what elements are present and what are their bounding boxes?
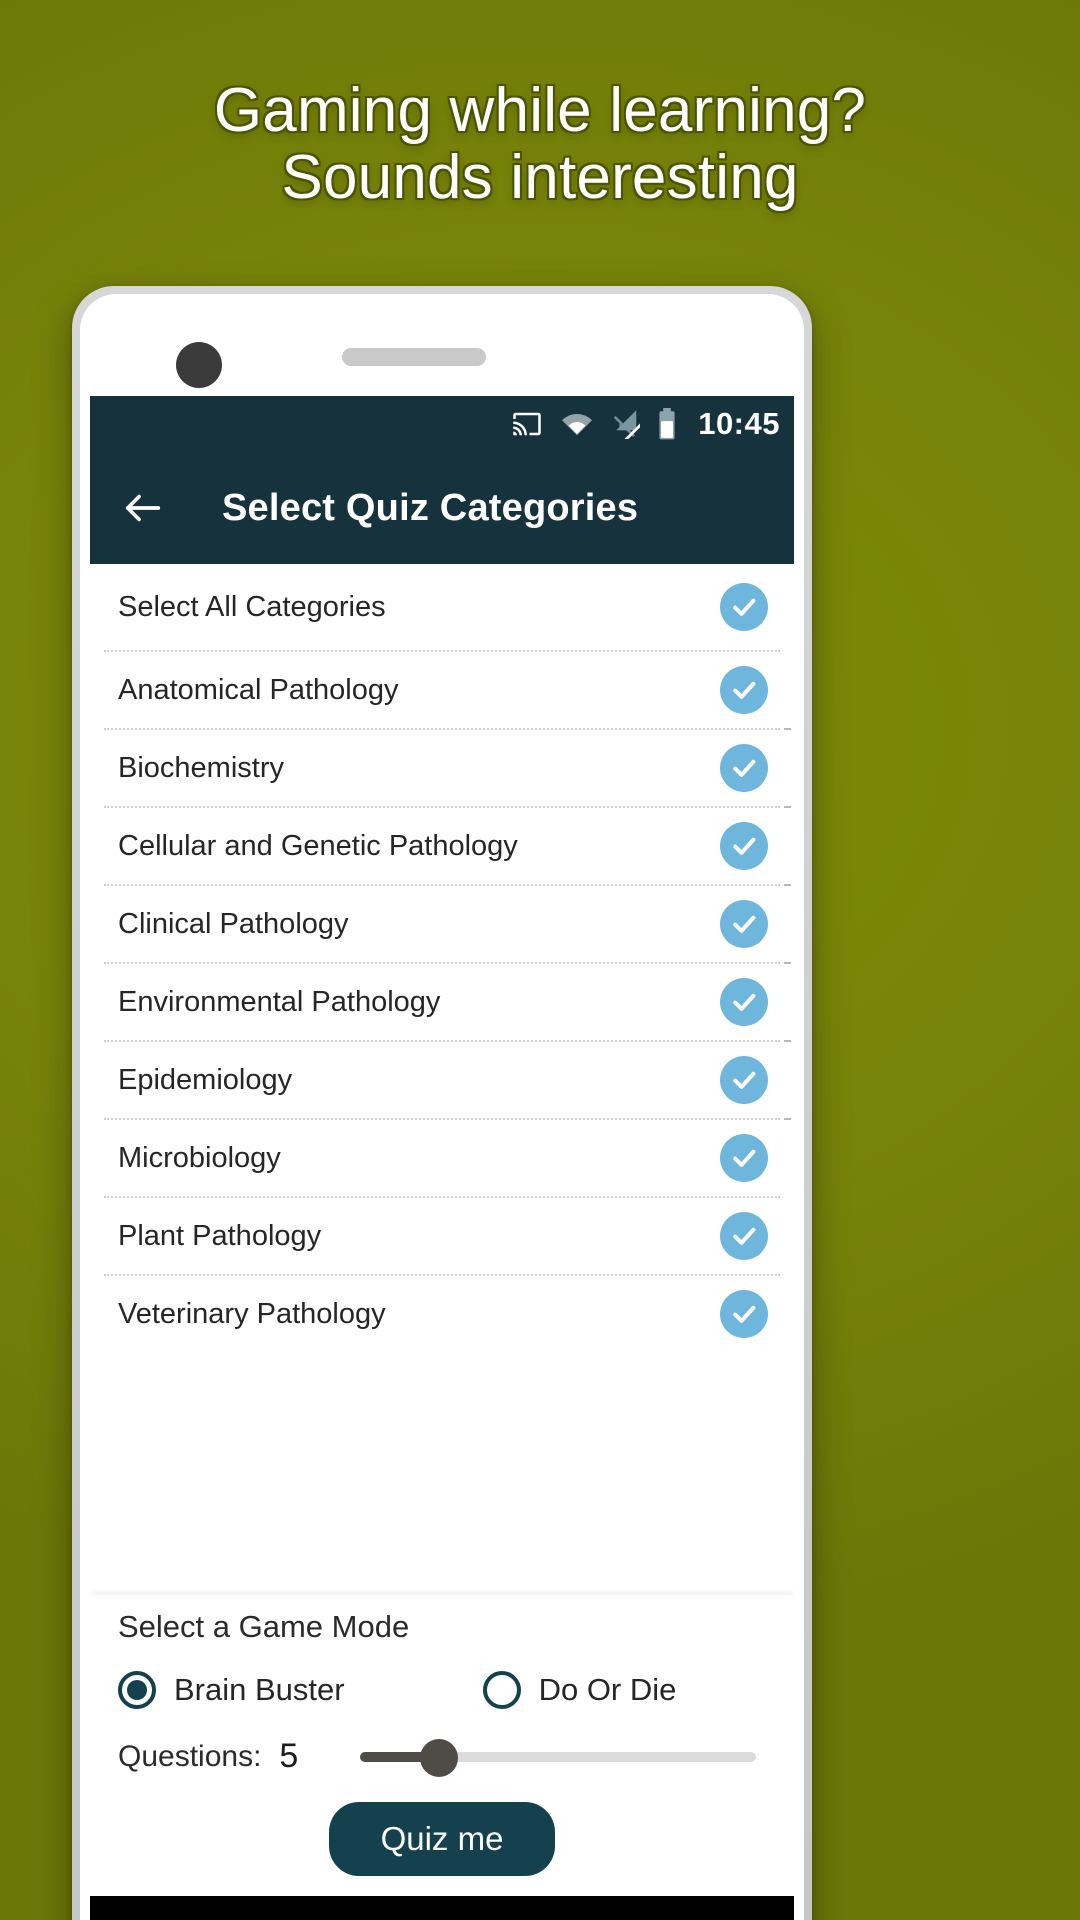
category-row[interactable]: Biochemistry — [90, 730, 794, 806]
status-bar: 10:45 — [90, 396, 794, 452]
game-mode-options: Brain Buster Do Or Die — [118, 1671, 766, 1709]
battery-icon — [656, 408, 678, 440]
radio-option-do-or-die[interactable]: Do Or Die — [482, 1671, 677, 1709]
radio-label-brain-buster: Brain Buster — [174, 1672, 345, 1707]
check-icon[interactable] — [720, 1056, 768, 1104]
category-label: Biochemistry — [118, 751, 284, 784]
category-label: Environmental Pathology — [118, 985, 441, 1018]
category-label: Anatomical Pathology — [118, 673, 399, 706]
back-arrow-icon[interactable] — [120, 485, 166, 531]
category-row[interactable]: Clinical Pathology — [90, 886, 794, 962]
quiz-me-button[interactable]: Quiz me — [328, 1802, 556, 1876]
category-label: Plant Pathology — [118, 1219, 322, 1252]
game-settings-panel: Select a Game Mode Brain Buster Do Or Di… — [90, 1595, 794, 1896]
category-label: Cellular and Genetic Pathology — [118, 829, 518, 862]
category-row[interactable]: Microbiology — [90, 1120, 794, 1196]
select-all-label: Select All Categories — [118, 590, 386, 623]
status-bar-clock: 10:45 — [698, 406, 780, 441]
signal-off-icon — [610, 409, 641, 439]
category-label: Epidemiology — [118, 1063, 293, 1096]
navigation-bar — [90, 1896, 794, 1920]
questions-slider[interactable] — [360, 1738, 756, 1777]
check-icon[interactable] — [720, 1290, 768, 1338]
category-row[interactable]: Environmental Pathology — [90, 964, 794, 1040]
front-camera-icon — [176, 342, 222, 388]
radio-option-brain-buster[interactable]: Brain Buster — [118, 1671, 345, 1709]
check-icon[interactable] — [720, 744, 768, 792]
category-label: Clinical Pathology — [118, 907, 349, 940]
promo-headline: Gaming while learning? Sounds interestin… — [0, 76, 1080, 212]
radio-icon-selected[interactable] — [118, 1671, 156, 1709]
check-icon[interactable] — [720, 1212, 768, 1260]
check-icon[interactable] — [720, 666, 768, 714]
promo-screenshot: Gaming while learning? Sounds interestin… — [0, 0, 1080, 1920]
slider-thumb[interactable] — [420, 1738, 459, 1777]
category-row[interactable]: Epidemiology — [90, 1042, 794, 1118]
phone-mockup: 10:45 Select Quiz Categories Select All … — [72, 286, 812, 1920]
check-icon[interactable] — [720, 822, 768, 870]
category-row[interactable]: Cellular and Genetic Pathology — [90, 808, 794, 884]
page-title: Select Quiz Categories — [222, 486, 639, 529]
questions-row: Questions: 5 — [118, 1737, 766, 1777]
earpiece-speaker — [342, 348, 486, 366]
headline-line-2: Sounds interesting — [281, 142, 799, 212]
category-label: Veterinary Pathology — [118, 1297, 386, 1330]
game-mode-title: Select a Game Mode — [118, 1609, 410, 1644]
app-bar: Select Quiz Categories — [90, 452, 794, 564]
cast-icon — [510, 409, 544, 439]
radio-icon-unselected[interactable] — [482, 1671, 521, 1709]
category-row[interactable]: Plant Pathology — [90, 1198, 794, 1274]
check-icon[interactable] — [720, 1134, 768, 1182]
category-row[interactable]: Anatomical Pathology — [90, 652, 794, 728]
questions-label: Questions: — [118, 1739, 262, 1773]
category-label: Microbiology — [118, 1141, 281, 1174]
phone-screen-bezel: 10:45 Select Quiz Categories Select All … — [80, 294, 804, 1920]
radio-label-do-or-die: Do Or Die — [538, 1672, 677, 1707]
category-list[interactable]: Anatomical Pathology Biochemistry Cellular… — [90, 652, 794, 1342]
select-all-row[interactable]: Select All Categories — [90, 564, 794, 650]
questions-value: 5 — [279, 1737, 299, 1775]
headline-line-1: Gaming while learning? — [213, 76, 867, 145]
wifi-icon — [560, 409, 594, 439]
check-icon[interactable] — [720, 900, 768, 948]
check-icon[interactable] — [720, 978, 768, 1026]
primary-action-wrap: Quiz me — [118, 1802, 766, 1876]
category-row[interactable]: Veterinary Pathology — [90, 1276, 794, 1342]
app-screen: 10:45 Select Quiz Categories Select All … — [90, 396, 794, 1896]
check-icon[interactable] — [720, 583, 768, 631]
